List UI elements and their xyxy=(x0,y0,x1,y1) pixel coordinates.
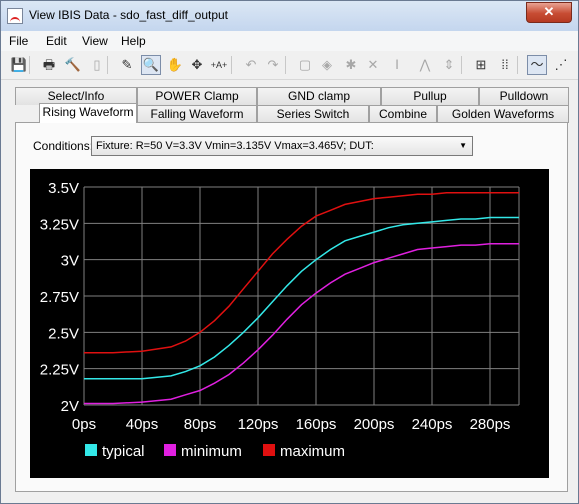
x-tick-label: 160ps xyxy=(296,416,337,433)
series-line-typical xyxy=(84,216,519,380)
conditions-label: Conditions: xyxy=(33,139,94,153)
y-tick-label: 3V xyxy=(61,253,79,270)
fit-view-icon[interactable]: ⊞ xyxy=(471,55,491,75)
select-box-icon[interactable]: ▢ xyxy=(295,55,315,75)
legend-swatch-typical xyxy=(85,444,97,456)
star-icon[interactable]: ✱ xyxy=(341,55,361,75)
app-window: View IBIS Data - sdo_fast_diff_output ✕ … xyxy=(0,0,579,504)
toolbar-separator xyxy=(29,56,30,74)
tab-gnd-clamp[interactable]: GND clamp xyxy=(257,87,381,105)
tab-pullup[interactable]: Pullup xyxy=(381,87,479,105)
redo-icon[interactable]: ↷ xyxy=(263,55,283,75)
cross-icon[interactable]: ✕ xyxy=(363,55,383,75)
x-tick-label: 40ps xyxy=(126,416,159,433)
tab-rising-waveform[interactable]: Rising Waveform xyxy=(39,103,137,123)
waveform-chart-svg: 2V 2.25V 2.5V 2.75V 3V 3.25V 3.5V 0ps 40ps 80ps 12… xyxy=(40,180,520,460)
tab-power-clamp[interactable]: POWER Clamp xyxy=(137,87,257,105)
x-tick-label: 0ps xyxy=(72,416,96,433)
menu-help[interactable]: Help xyxy=(121,34,146,48)
vertical-arrows-icon[interactable]: ⇕ xyxy=(439,55,459,75)
move-icon[interactable]: ✥ xyxy=(187,55,207,75)
menu-file[interactable]: File xyxy=(9,34,28,48)
menu-edit[interactable]: Edit xyxy=(46,34,67,48)
toolbar-separator xyxy=(517,56,518,74)
toolbar-separator xyxy=(461,56,462,74)
legend-label-minimum: minimum xyxy=(181,443,242,460)
y-tick-label: 2V xyxy=(61,398,79,415)
x-tick-label: 120ps xyxy=(238,416,279,433)
tab-falling-waveform[interactable]: Falling Waveform xyxy=(137,105,257,123)
window-title: View IBIS Data - sdo_fast_diff_output xyxy=(29,8,229,22)
tab-golden-waveforms[interactable]: Golden Waveforms xyxy=(437,105,569,123)
save-icon[interactable]: 💾 xyxy=(9,55,29,75)
tab-series-switch[interactable]: Series Switch xyxy=(257,105,369,123)
legend-label-maximum: maximum xyxy=(280,443,345,460)
add-point-icon[interactable]: +A+ xyxy=(209,55,229,75)
conditions-dropdown[interactable]: Fixture: R=50 V=3.3V Vmin=3.135V Vmax=3.… xyxy=(91,136,473,156)
print-icon[interactable]: 🖶 xyxy=(39,55,59,75)
vertical-cursor-icon[interactable]: Ⅰ xyxy=(387,55,407,75)
x-tick-label: 280ps xyxy=(470,416,511,433)
tab-combine[interactable]: Combine xyxy=(369,105,437,123)
title-bar: View IBIS Data - sdo_fast_diff_output ✕ xyxy=(1,1,578,31)
y-tick-label: 3.25V xyxy=(40,216,79,233)
pencil-icon[interactable]: ✎ xyxy=(117,55,137,75)
waveform-chart[interactable]: 2V 2.25V 2.5V 2.75V 3V 3.25V 3.5V 0ps 40ps 80ps 12… xyxy=(30,169,549,478)
toolbar-separator xyxy=(107,56,108,74)
legend-swatch-maximum xyxy=(263,444,275,456)
diamond-icon[interactable]: ◈ xyxy=(317,55,337,75)
toolbar-separator xyxy=(231,56,232,74)
toolbar: 💾 🖶 🔨 ▯ ✎ 🔍 ✋ ✥ +A+ ↶ ↷ ▢ ◈ ✱ ✕ Ⅰ ⋀ ⇕ ⊞ ⁞⁞ 〜 ⋰ xyxy=(1,51,578,80)
legend-swatch-minimum xyxy=(164,444,176,456)
zoom-box-icon[interactable]: 🔍 xyxy=(141,55,161,75)
y-tick-label: 2.75V xyxy=(40,289,79,306)
y-tick-label: 2.25V xyxy=(40,362,79,379)
y-tick-label: 2.5V xyxy=(48,325,79,342)
close-button[interactable]: ✕ xyxy=(526,2,572,23)
x-tick-label: 240ps xyxy=(412,416,453,433)
toolbar-separator xyxy=(285,56,286,74)
tab-pulldown[interactable]: Pulldown xyxy=(479,87,569,105)
app-icon xyxy=(7,8,23,24)
series-line-minimum xyxy=(84,242,519,405)
scatter-icon[interactable]: ⋰ xyxy=(551,55,571,75)
legend-label-typical: typical xyxy=(102,443,145,460)
menu-view[interactable]: View xyxy=(82,34,108,48)
caret-icon[interactable]: ⋀ xyxy=(415,55,435,75)
series-line-maximum xyxy=(84,192,519,354)
y-tick-label: 3.5V xyxy=(48,180,79,197)
chevron-down-icon: ▼ xyxy=(459,141,467,150)
document-icon[interactable]: ▯ xyxy=(87,55,107,75)
menu-bar: File Edit View Help xyxy=(1,31,578,51)
x-tick-label: 200ps xyxy=(354,416,395,433)
conditions-value: Fixture: R=50 V=3.3V Vmin=3.135V Vmax=3.… xyxy=(96,140,374,152)
curve-icon[interactable]: 〜 xyxy=(527,55,547,75)
hammer-icon[interactable]: 🔨 xyxy=(63,55,83,75)
grid-points-icon[interactable]: ⁞⁞ xyxy=(495,55,515,75)
hand-icon[interactable]: ✋ xyxy=(165,55,185,75)
undo-icon[interactable]: ↶ xyxy=(241,55,261,75)
x-tick-label: 80ps xyxy=(184,416,217,433)
